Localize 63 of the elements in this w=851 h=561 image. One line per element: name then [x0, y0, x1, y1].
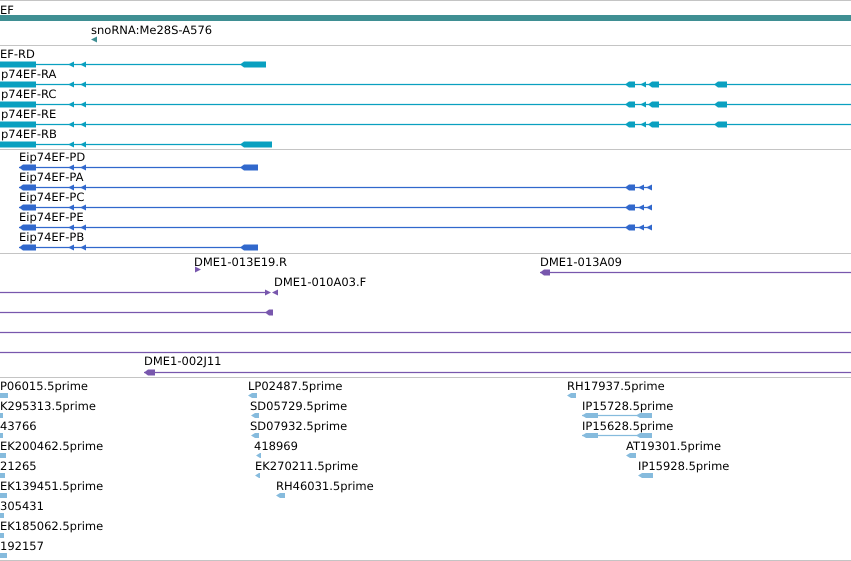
- feature-label: snoRNA:Me28S-A576: [91, 23, 212, 37]
- est-drawing[interactable]: [567, 393, 576, 398]
- feature-label: Eip74EF-PA: [19, 170, 84, 184]
- feature-label: 418969: [254, 439, 298, 453]
- feature-label: Eip74EF-PE: [19, 210, 84, 224]
- est-drawing[interactable]: [248, 393, 257, 398]
- feature-label: RH17937.5prime: [567, 379, 665, 393]
- est-drawing[interactable]: [582, 413, 652, 418]
- feature-label: 21265: [0, 459, 37, 473]
- transcript-drawing[interactable]: [0, 82, 851, 88]
- feature-label: EK185062.5prime: [0, 519, 104, 533]
- feature-label: EF: [0, 3, 14, 17]
- transcript-drawing[interactable]: [0, 62, 266, 68]
- feature-label: 305431: [0, 499, 44, 513]
- feature-label: IP15628.5prime: [582, 419, 674, 433]
- clone-drawing[interactable]: [0, 290, 278, 296]
- transcript-drawing[interactable]: [0, 122, 851, 128]
- feature-label: p74EF-RA: [1, 67, 56, 81]
- feature-label: EK139451.5prime: [0, 479, 104, 493]
- est-drawing[interactable]: [256, 453, 261, 458]
- feature-label: P06015.5prime: [0, 379, 88, 393]
- feature-label: p74EF-RC: [1, 87, 56, 101]
- protein-drawing[interactable]: [19, 224, 652, 230]
- transcript-drawing[interactable]: [0, 102, 851, 108]
- feature-label: p74EF-RE: [1, 107, 56, 121]
- feature-label: SD07932.5prime: [250, 419, 348, 433]
- gene-drawing[interactable]: [91, 36, 97, 42]
- clone-drawing[interactable]: [144, 370, 851, 376]
- feature-label: SD05729.5prime: [250, 399, 348, 413]
- feature-label: Eip74EF-PD: [19, 150, 86, 164]
- est-drawing[interactable]: [255, 473, 260, 478]
- feature-label: Eip74EF-PC: [19, 190, 84, 204]
- feature-label: LP02487.5prime: [248, 379, 342, 393]
- feature-label: 43766: [0, 419, 37, 433]
- clone-drawing[interactable]: [540, 270, 851, 276]
- feature-label: EF-RD: [0, 47, 35, 61]
- feature-label: IP15728.5prime: [582, 399, 674, 413]
- est-drawing[interactable]: [582, 433, 652, 438]
- transcript-drawing[interactable]: [0, 142, 272, 148]
- alignment-drawing[interactable]: [0, 310, 273, 316]
- protein-drawing[interactable]: [19, 204, 652, 210]
- est-drawing[interactable]: [276, 493, 285, 498]
- feature-label: RH46031.5prime: [276, 479, 374, 493]
- feature-label: IP15928.5prime: [638, 459, 730, 473]
- feature-label: K295313.5prime: [0, 399, 96, 413]
- protein-drawing[interactable]: [19, 184, 652, 190]
- est-drawing[interactable]: [626, 453, 636, 458]
- feature-label: DME1-002J11: [144, 354, 222, 368]
- protein-drawing[interactable]: [19, 164, 258, 170]
- feature-label: EK200462.5prime: [0, 439, 104, 453]
- est-drawing[interactable]: [251, 433, 259, 438]
- feature-label: DME1-010A03.F: [274, 275, 366, 289]
- protein-drawing[interactable]: [19, 244, 258, 250]
- feature-label: Eip74EF-PB: [19, 230, 84, 244]
- feature-label: DME1-013E19.R: [194, 255, 288, 269]
- est-drawing[interactable]: [251, 413, 259, 418]
- feature-label: DME1-013A09: [540, 255, 622, 269]
- feature-label: AT19301.5prime: [626, 439, 722, 453]
- feature-label: p74EF-RB: [1, 127, 57, 141]
- feature-label: EK270211.5prime: [255, 459, 358, 473]
- est-drawing[interactable]: [638, 473, 653, 478]
- feature-label: 192157: [0, 539, 44, 553]
- clone-drawing[interactable]: [195, 266, 201, 272]
